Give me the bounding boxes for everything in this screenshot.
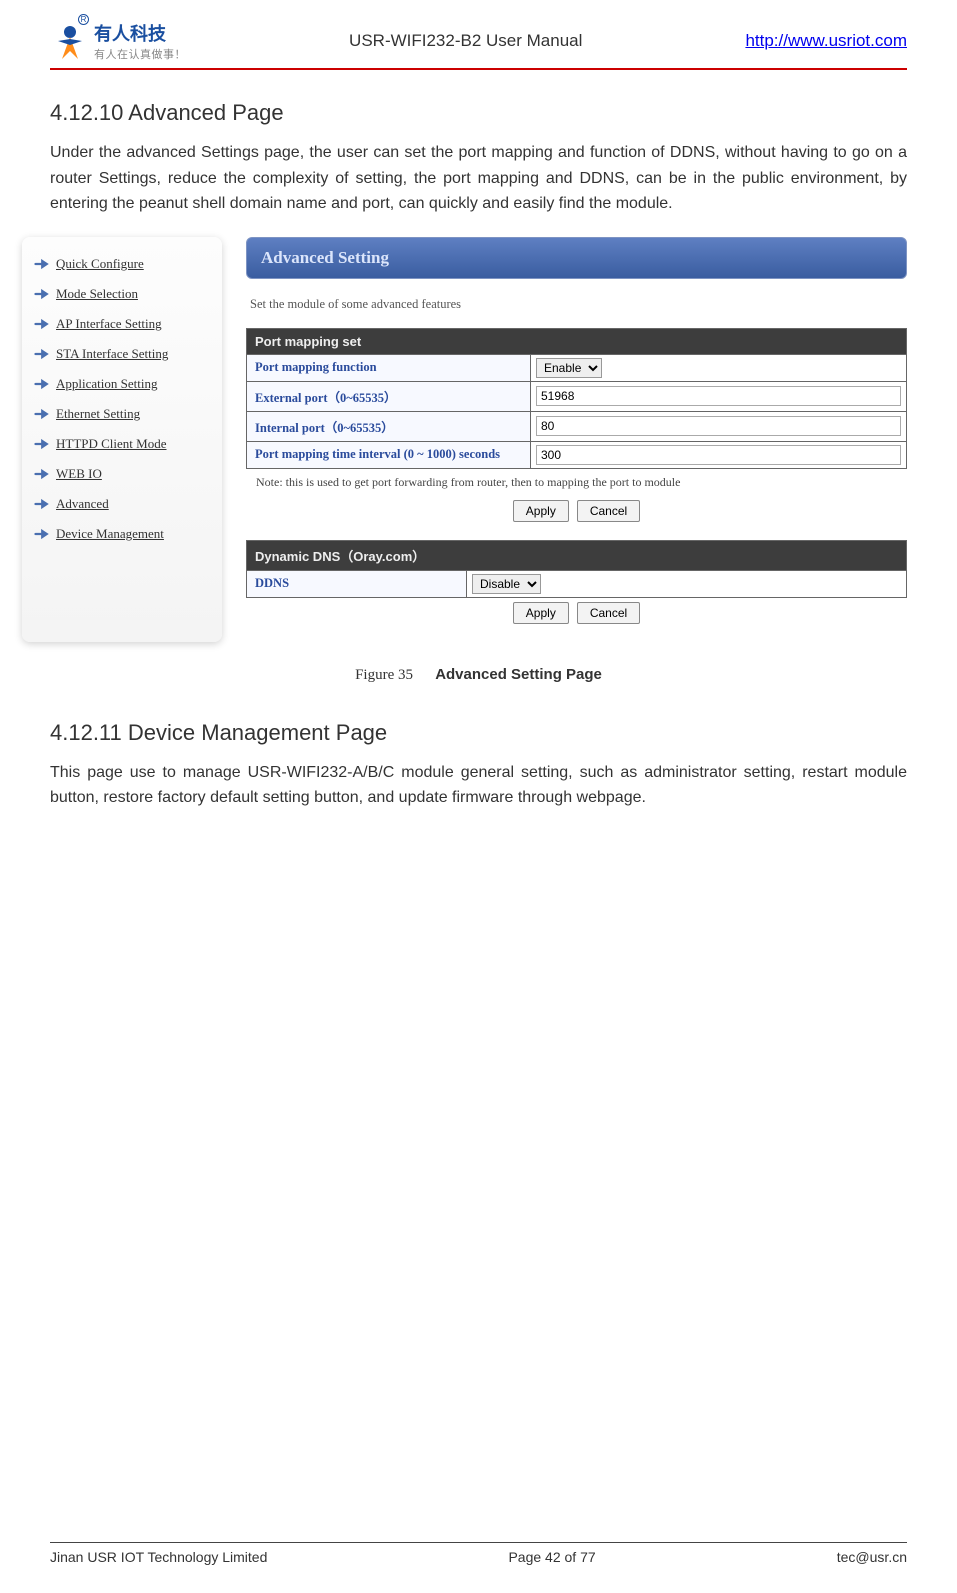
sidebar-item-quick-configure[interactable]: Quick Configure — [34, 249, 204, 279]
sidebar-item-label: Quick Configure — [56, 256, 144, 272]
sidebar-item-label: STA Interface Setting — [56, 346, 168, 362]
figure-caption: Figure 35 Advanced Setting Page — [50, 666, 907, 684]
sidebar-item-label: Advanced — [56, 496, 109, 512]
arrow-right-icon — [34, 378, 50, 390]
cancel-button[interactable]: Cancel — [577, 500, 640, 522]
arrow-right-icon — [34, 318, 50, 330]
sidebar-item-label: Mode Selection — [56, 286, 138, 302]
page-footer: Jinan USR IOT Technology Limited Page 42… — [50, 1542, 907, 1565]
port-mapping-input-3[interactable] — [536, 445, 901, 465]
port-mapping-table: Port mapping set Port mapping functionEn… — [246, 328, 907, 469]
sidebar-item-advanced[interactable]: Advanced — [34, 489, 204, 519]
panel-desc: Set the module of some advanced features — [250, 297, 907, 312]
figure-title: Advanced Setting Page — [435, 666, 602, 683]
manual-title: USR-WIFI232-B2 User Manual — [186, 31, 745, 51]
sidebar-item-application-setting[interactable]: Application Setting — [34, 369, 204, 399]
sidebar-item-label: Ethernet Setting — [56, 406, 140, 422]
arrow-right-icon — [34, 348, 50, 360]
screenshot-advanced-setting: Quick Configure Mode Selection AP Interfac… — [22, 237, 907, 642]
sidebar-item-ethernet-setting[interactable]: Ethernet Setting — [34, 399, 204, 429]
arrow-right-icon — [34, 528, 50, 540]
registered-icon: R — [78, 14, 89, 25]
cancel-button-2[interactable]: Cancel — [577, 602, 640, 624]
ddns-header: Dynamic DNS（Oray.com） — [247, 541, 906, 570]
port-mapping-input-1[interactable] — [536, 386, 901, 406]
table-label: Port mapping function — [247, 355, 531, 381]
footer-email: tec@usr.cn — [837, 1549, 907, 1565]
arrow-right-icon — [34, 438, 50, 450]
arrow-right-icon — [34, 498, 50, 510]
sidebar-item-mode-selection[interactable]: Mode Selection — [34, 279, 204, 309]
logo-icon — [50, 21, 90, 61]
sidebar-item-label: Device Management — [56, 526, 164, 542]
page-header: R 有人科技 有人在认真做事！ USR-WIFI232-B2 User Manu… — [50, 20, 907, 70]
port-mapping-function-select[interactable]: Enable — [536, 358, 602, 378]
sidebar-item-web-io[interactable]: WEB IO — [34, 459, 204, 489]
arrow-right-icon — [34, 468, 50, 480]
arrow-right-icon — [34, 408, 50, 420]
port-mapping-note: Note: this is used to get port forwardin… — [256, 475, 907, 490]
arrow-right-icon — [34, 258, 50, 270]
section-heading-device-management: 4.12.11 Device Management Page — [50, 720, 907, 746]
arrow-right-icon — [34, 288, 50, 300]
sidebar-item-device-management[interactable]: Device Management — [34, 519, 204, 549]
port-mapping-header: Port mapping set — [247, 329, 906, 354]
ddns-select[interactable]: Disable — [472, 574, 541, 594]
logo: R 有人科技 有人在认真做事！ — [50, 20, 186, 62]
footer-company: Jinan USR IOT Technology Limited — [50, 1549, 267, 1565]
section-text-advanced-page: Under the advanced Settings page, the us… — [50, 140, 907, 217]
figure-number: Figure 35 — [355, 667, 413, 683]
table-label: External port（0~65535） — [247, 382, 531, 411]
config-panel: Advanced Setting Set the module of some … — [246, 237, 907, 642]
port-mapping-input-2[interactable] — [536, 416, 901, 436]
ddns-table: Dynamic DNS（Oray.com） DDNS Disable — [246, 540, 907, 598]
table-label: Internal port（0~65535） — [247, 412, 531, 441]
section-heading-advanced-page: 4.12.10 Advanced Page — [50, 100, 907, 126]
sidebar-nav: Quick Configure Mode Selection AP Interfac… — [22, 237, 222, 642]
logo-text-sub: 有人在认真做事！ — [94, 46, 186, 62]
ddns-label: DDNS — [247, 571, 467, 597]
sidebar-item-label: HTTPD Client Mode — [56, 436, 167, 452]
panel-heading: Advanced Setting — [246, 237, 907, 279]
apply-button[interactable]: Apply — [513, 500, 569, 522]
sidebar-item-label: AP Interface Setting — [56, 316, 162, 332]
apply-button-2[interactable]: Apply — [513, 602, 569, 624]
sidebar-item-httpd-client-mode[interactable]: HTTPD Client Mode — [34, 429, 204, 459]
sidebar-item-label: WEB IO — [56, 466, 102, 482]
footer-page-number: Page 42 of 77 — [508, 1549, 595, 1565]
sidebar-item-sta-interface-setting[interactable]: STA Interface Setting — [34, 339, 204, 369]
header-link[interactable]: http://www.usriot.com — [745, 31, 907, 51]
section-text-device-management: This page use to manage USR-WIFI232-A/B/… — [50, 760, 907, 811]
table-label: Port mapping time interval (0 ~ 1000) se… — [247, 442, 531, 468]
sidebar-item-ap-interface-setting[interactable]: AP Interface Setting — [34, 309, 204, 339]
logo-text-cn: 有人科技 — [94, 20, 186, 46]
sidebar-item-label: Application Setting — [56, 376, 157, 392]
